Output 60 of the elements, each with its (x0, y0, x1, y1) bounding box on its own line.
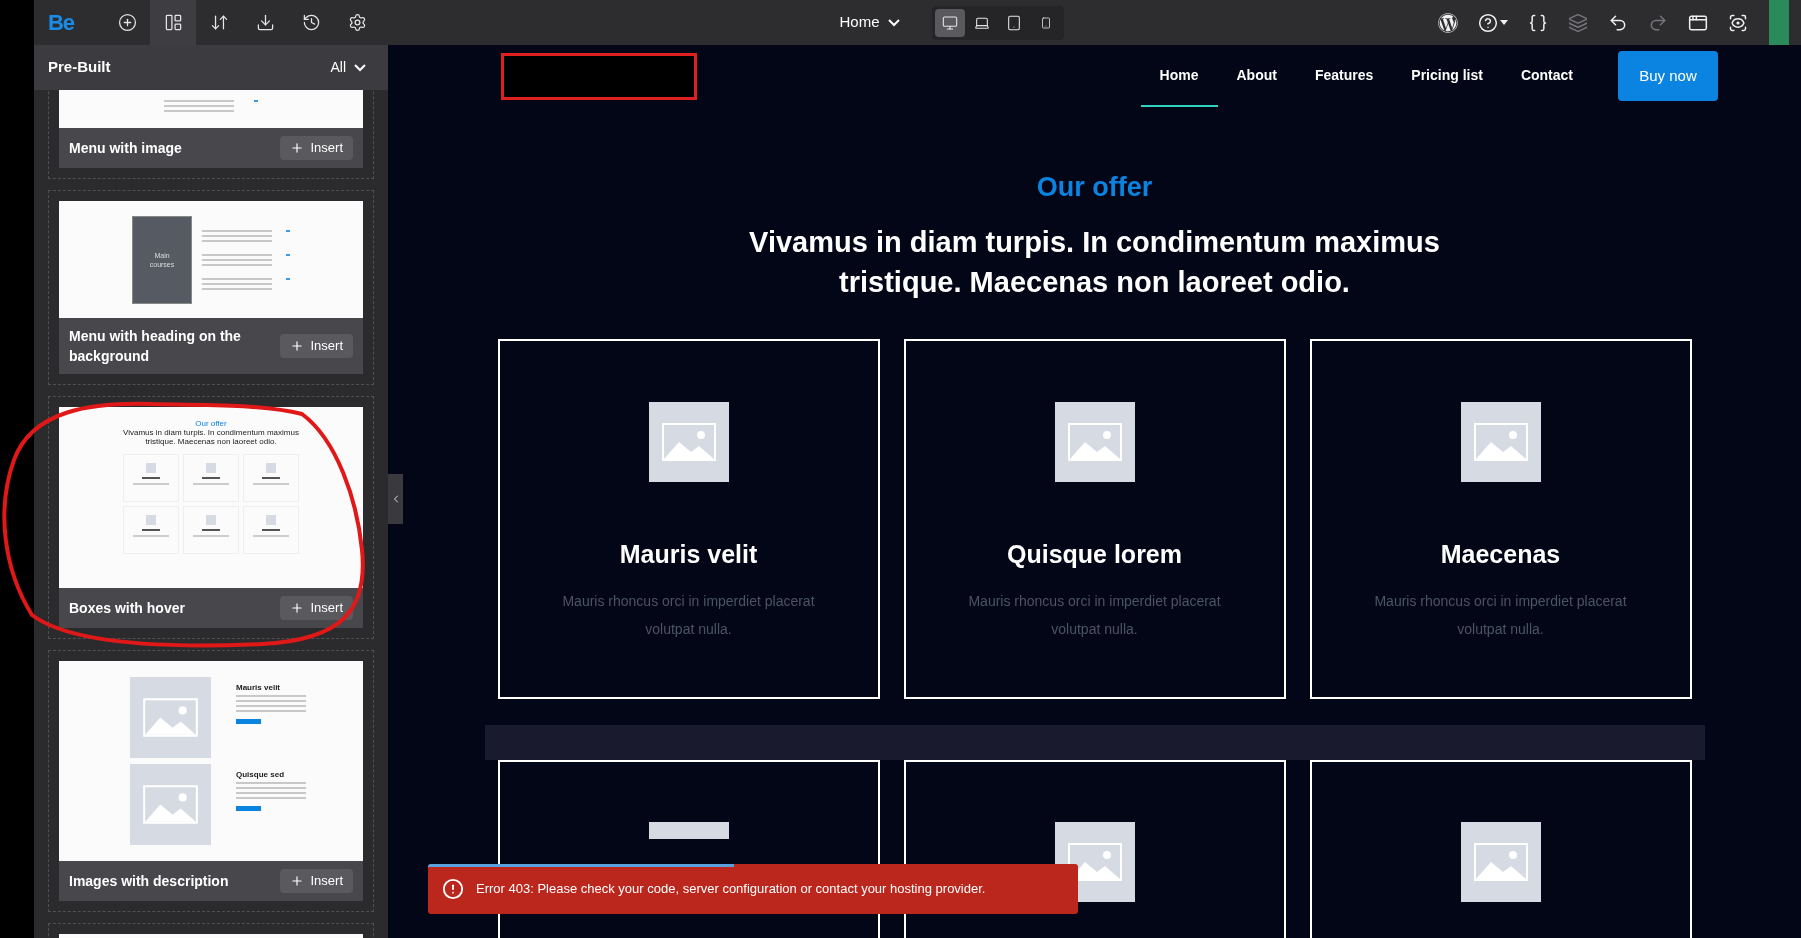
card-heading: Quisque lorem (1006, 538, 1182, 570)
image-placeholder-icon (1054, 401, 1135, 482)
device-button[interactable] (934, 8, 965, 37)
plus-icon (290, 874, 305, 888)
layout-icon (163, 13, 183, 32)
card-heading: Mauris velit (619, 538, 758, 570)
plus-icon (290, 141, 305, 155)
wordpress-icon (1438, 12, 1458, 33)
layers-icon (1568, 12, 1588, 33)
nav-link[interactable]: Features (1295, 45, 1393, 107)
thumbnail-title: Quisque sed (236, 770, 285, 779)
card-heading: Maecenas (1440, 538, 1561, 570)
chevron-down-icon (887, 18, 900, 27)
card-title: Menu with image (69, 139, 182, 158)
thumbnail-title: Mauris velit (236, 683, 281, 692)
filter-dropdown[interactable]: All (330, 57, 374, 78)
section-eyebrow: Our offer (1036, 171, 1153, 204)
insert-button[interactable]: Insert (280, 136, 353, 160)
nav-link[interactable]: Home (1140, 45, 1218, 107)
preview-icon (1728, 12, 1748, 33)
image-placeholder-icon (1460, 401, 1541, 482)
nav-link[interactable]: Contact (1501, 45, 1592, 107)
settings-icon (347, 13, 367, 32)
nav-link[interactable]: About (1217, 45, 1296, 107)
error-message: Error 403: Please check your code, server configuration or contact your hosting provider. (476, 880, 986, 899)
status-strip (1769, 0, 1789, 45)
css-icon (1528, 12, 1548, 33)
caret-icon (1500, 19, 1508, 26)
add-icon (117, 13, 137, 32)
sort-icon (209, 13, 229, 32)
nav-link[interactable]: Pricing list (1392, 45, 1502, 107)
desktop-icon (941, 14, 958, 31)
buy-now-button[interactable]: Buy now (1618, 51, 1718, 101)
image-placeholder-icon (648, 401, 729, 482)
history-icon (301, 13, 321, 32)
card-title: Images with description (69, 872, 229, 891)
chevron-down-icon (354, 63, 366, 72)
card-text: Mauris rhoncus orci in imperdiet placerat volutpat nulla. (1373, 592, 1628, 639)
page-selector[interactable]: Home (839, 11, 900, 34)
plus-icon (290, 601, 305, 615)
insert-button[interactable]: Insert (280, 596, 353, 620)
thumbnail-heading: Vivamus in diam turpis. In condimentum maximus tristique. Maecenas non laoreet odio. (122, 428, 300, 446)
tool-button[interactable] (150, 0, 196, 45)
insert-button[interactable]: Insert (280, 334, 353, 358)
tablet-icon (1005, 14, 1022, 31)
section-heading: Vivamus in diam turpis. In condimentum maximus tristique. Maecenas non laoreet odio. (748, 224, 1441, 300)
thumbnail-eyebrow: Our offer (195, 419, 227, 428)
help-icon (1478, 12, 1498, 33)
mobile-icon (1039, 16, 1052, 29)
card-title: Menu with heading on the background (69, 327, 242, 366)
logo[interactable]: Be (34, 6, 104, 39)
insert-button[interactable]: Insert (280, 869, 353, 893)
plus-icon (290, 339, 305, 353)
card-text: Mauris rhoncus orci in imperdiet placerat volutpat nulla. (561, 592, 816, 639)
card-text: Mauris rhoncus orci in imperdiet placerat volutpat nulla. (967, 592, 1222, 639)
download-icon (255, 13, 275, 32)
image-placeholder-icon (1460, 821, 1541, 902)
sidebar-title: Pre-Built (48, 57, 111, 78)
card-title: Boxes with hover (69, 599, 185, 618)
alert-icon (442, 878, 464, 900)
